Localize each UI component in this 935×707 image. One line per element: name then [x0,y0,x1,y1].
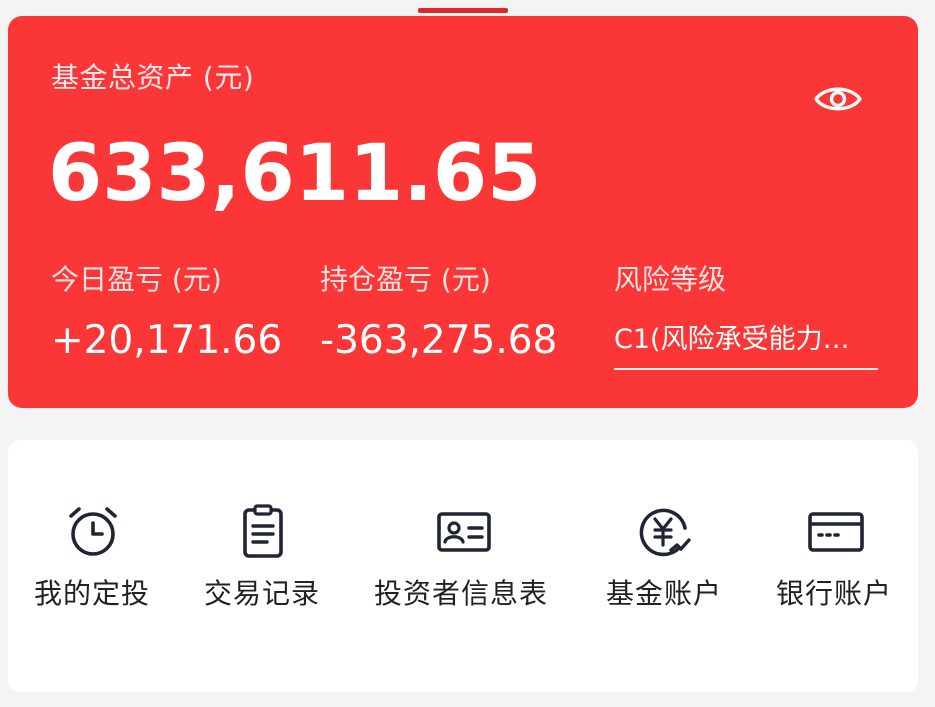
risk-level-label: 风险等级 [614,263,727,296]
menu-item-transaction-records[interactable]: 交易记录 [198,440,328,692]
eye-icon[interactable] [813,82,863,116]
id-card-icon [434,502,494,562]
bank-card-icon [806,502,866,562]
quick-menu: 我的定投 交易记录 投资者信息表 基金账户 银行账户 [8,440,918,692]
risk-level-block: 风险等级 C1(风险承受能力… [614,260,878,370]
asset-summary-card: 基金总资产 (元) 633,611.65 今日盈亏 (元) +20,171.66… [8,16,918,408]
menu-item-fund-account[interactable]: 基金账户 [598,440,738,692]
total-assets-value: 633,611.65 [48,129,542,219]
today-pl-block: 今日盈亏 (元) +20,171.66 [51,260,282,366]
menu-label: 投资者信息表 [374,577,549,610]
tab-indicator [418,8,508,13]
risk-level-value[interactable]: C1(风险承受能力… [614,320,878,370]
menu-label: 我的定投 [34,577,151,610]
clipboard-icon [233,502,293,562]
holding-pl-value: -363,275.68 [320,318,558,363]
menu-item-investor-info-form[interactable]: 投资者信息表 [368,440,558,692]
menu-item-my-investment-plan[interactable]: 我的定投 [28,440,158,692]
menu-label: 银行账户 [776,577,893,610]
menu-label: 交易记录 [204,577,321,610]
total-assets-label: 基金总资产 (元) [51,61,255,94]
yuan-coin-icon [633,502,693,562]
alarm-clock-icon [63,502,123,562]
menu-label: 基金账户 [606,577,723,610]
menu-item-bank-account[interactable]: 银行账户 [768,440,908,692]
today-pl-value: +20,171.66 [51,318,283,363]
holding-pl-block: 持仓盈亏 (元) -363,275.68 [320,260,557,366]
holding-pl-label: 持仓盈亏 (元) [320,263,491,296]
today-pl-label: 今日盈亏 (元) [51,263,222,296]
